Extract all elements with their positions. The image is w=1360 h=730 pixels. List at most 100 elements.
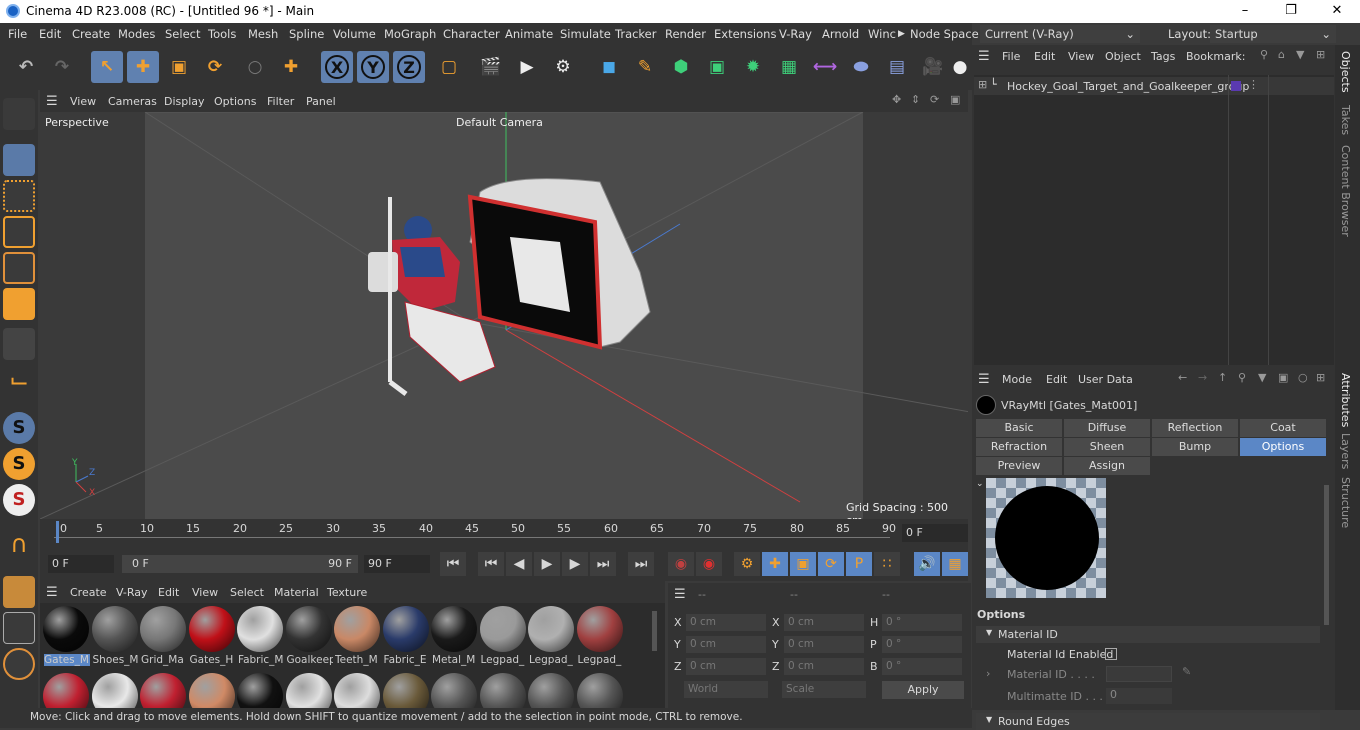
timeline-playhead[interactable] [56,521,59,543]
collapse-preview-icon[interactable]: ⌄ [976,479,984,489]
coord-sx-field[interactable]: 0 cm [784,614,864,631]
object-menu-edit[interactable]: Edit [1034,50,1055,63]
material-swatch-label[interactable]: Legpad_ [481,654,527,666]
pen-icon[interactable]: ✎ [629,51,661,83]
object-menu-bookmarks[interactable]: Bookmark: [1186,50,1245,63]
visibility-dots-icon[interactable]: ⋮ [1248,78,1259,91]
size-mode-select[interactable]: Scale [782,681,866,698]
material-swatch[interactable] [43,606,89,652]
home-icon[interactable]: ⌂ [1278,48,1285,61]
side-tab-layers[interactable]: Layers [1339,433,1352,469]
round-edges-group[interactable]: ▼ Round Edges [976,713,1320,730]
model-mode-icon[interactable] [3,144,35,176]
hamburger-icon[interactable]: ☰ [674,587,686,602]
coordinate-system-icon[interactable]: ▢ [433,51,465,83]
material-swatch[interactable] [334,606,380,652]
material-swatch[interactable] [576,606,623,652]
tab-sheen[interactable]: Sheen [1064,438,1150,456]
material-menu-view[interactable]: View [192,586,218,599]
material-swatch[interactable] [382,606,429,652]
coord-x-field[interactable]: 0 cm [686,614,766,631]
cloner-icon[interactable]: ✹ [737,51,769,83]
material-menu-edit[interactable]: Edit [158,586,179,599]
new-window-icon[interactable]: ⊞ [1316,371,1325,384]
material-swatch-label[interactable]: Gates_H [190,654,236,666]
viewport-menu-display[interactable]: Display [164,95,205,108]
tab-coat[interactable]: Coat [1240,419,1326,437]
recent-tool-icon[interactable]: ○ [239,51,271,83]
side-tab-objects[interactable]: Objects [1339,51,1352,93]
viewport-camera-label[interactable]: Default Camera [456,116,543,129]
viewport-menu-cameras[interactable]: Cameras [108,95,157,108]
play-icon[interactable]: ▶ [534,552,560,576]
light-icon[interactable]: ● [953,51,968,83]
menu-modes[interactable]: Modes [118,27,155,41]
material-menu-material[interactable]: Material [274,586,319,599]
material-swatch[interactable] [188,606,235,652]
menu-select[interactable]: Select [165,27,200,41]
menu-window[interactable]: Winc [868,27,896,41]
snap-white-s-icon[interactable]: S [3,484,35,516]
material-swatch[interactable] [91,606,138,652]
material-menu-create[interactable]: Create [70,586,107,599]
tab-diffuse[interactable]: Diffuse [1064,419,1150,437]
menu-render[interactable]: Render [665,27,706,41]
multimatte-id-field[interactable]: 0 [1106,688,1172,704]
material-swatch[interactable] [285,606,332,652]
current-frame-field[interactable]: 0 F [902,524,968,542]
close-button[interactable]: ✕ [1314,0,1360,23]
workplane-icon[interactable] [3,576,35,608]
attributes-menu-mode[interactable]: Mode [1002,373,1032,386]
sound-icon[interactable]: 🔊 [914,552,940,576]
move-tool-icon[interactable]: ✚ [127,51,159,83]
material-swatch-label[interactable]: Fabric_E [384,654,430,666]
render-view-icon[interactable]: 🎬 [475,51,507,83]
viewport-maximize-icon[interactable]: ▣ [950,93,960,106]
forward-arrow-icon[interactable]: → [1198,371,1207,384]
material-swatch-label[interactable]: Legpad_ [578,654,624,666]
object-name[interactable]: Hockey_Goal_Target_and_Goalkeeper_group [1007,80,1249,93]
tab-basic[interactable]: Basic [976,419,1062,437]
object-menu-file[interactable]: File [1002,50,1020,63]
coord-sz-field[interactable]: 0 cm [784,658,864,675]
tab-bump[interactable]: Bump [1152,438,1238,456]
coord-h-field[interactable]: 0 ° [882,614,962,631]
filter-icon[interactable]: ▼ [1258,371,1266,384]
menu-create[interactable]: Create [72,27,110,41]
search-icon[interactable]: ⚲ [1260,48,1268,61]
menu-arnold[interactable]: Arnold [822,27,859,41]
x-axis-lock-button[interactable]: X [321,51,353,83]
subdivision-icon[interactable]: ⬢ [665,51,697,83]
previous-key-icon[interactable]: ⏮ [478,552,504,576]
viewport-menu-filter[interactable]: Filter [267,95,294,108]
material-scrollbar[interactable] [652,611,657,651]
coord-sy-field[interactable]: 0 cm [784,636,864,653]
deformer-icon[interactable]: ⟷ [809,51,841,83]
object-menu-view[interactable]: View [1068,50,1094,63]
frame-range-slider[interactable]: 0 F 90 F [122,555,358,573]
material-swatch[interactable] [431,606,477,652]
viewport-move-icon[interactable]: ✥ [892,93,901,106]
menu-tracker[interactable]: Tracker [615,27,657,41]
point-level-key-icon[interactable]: ∷ [874,552,900,576]
keyframe-selection-icon[interactable]: ⚙ [734,552,760,576]
material-swatch-label[interactable]: Fabric_M [238,654,284,666]
menu-file[interactable]: File [8,27,27,41]
viewport-rotate-icon[interactable]: ⟳ [930,93,939,106]
hamburger-icon[interactable]: ☰ [978,372,990,387]
texture-mode-icon[interactable] [3,180,35,212]
points-mode-icon[interactable] [3,216,35,248]
menu-animate[interactable]: Animate [505,27,553,41]
material-swatch-label[interactable]: Shoes_M [93,654,139,666]
end-frame-field[interactable]: 90 F [364,555,430,573]
maximize-button[interactable]: ❐ [1268,0,1314,23]
magnet-icon[interactable]: ∩ [3,530,35,562]
material-swatch[interactable] [237,606,283,652]
camera-icon[interactable]: 🎥 [917,51,949,83]
previous-frame-icon[interactable]: ◀ [506,552,532,576]
attributes-menu-edit[interactable]: Edit [1046,373,1067,386]
eyedropper-icon[interactable]: ✎ [1182,665,1191,678]
hamburger-icon[interactable]: ☰ [46,94,58,109]
new-window-icon[interactable]: ⊞ [1316,48,1325,61]
extrude-icon[interactable]: ▣ [701,51,733,83]
